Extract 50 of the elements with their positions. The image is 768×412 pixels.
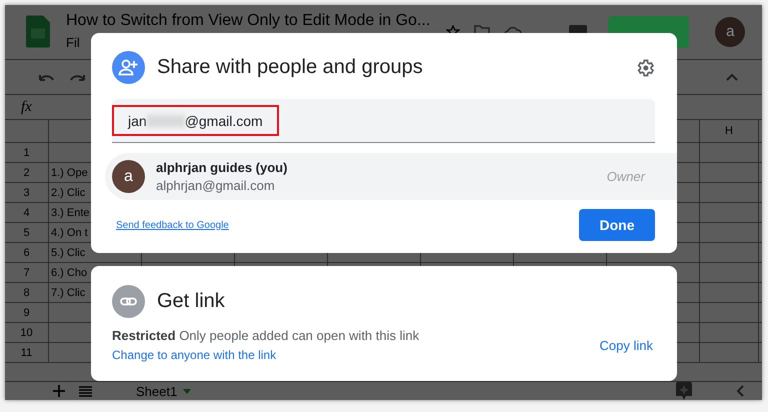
column-header[interactable]: H bbox=[700, 120, 759, 142]
card-title: Get link bbox=[157, 290, 225, 313]
feedback-link[interactable]: Send feedback to Google bbox=[116, 220, 229, 230]
cell-text: 5.) Clic bbox=[50, 246, 86, 259]
formula-label: fx bbox=[21, 98, 32, 116]
row-number: 1 bbox=[5, 143, 49, 162]
collapse-icon[interactable] bbox=[726, 72, 738, 81]
done-button[interactable]: Done bbox=[579, 209, 655, 241]
document-title: How to Switch from View Only to Edit Mode in Go... bbox=[66, 12, 430, 30]
cell-text: 6.) Cho bbox=[50, 266, 88, 279]
menu-item[interactable]: Fil bbox=[66, 34, 80, 50]
email-text-start: jan bbox=[128, 112, 147, 128]
row-number: 4 bbox=[5, 203, 49, 222]
cell-text: 3.) Ente bbox=[50, 206, 90, 219]
role-label: Owner bbox=[606, 169, 645, 184]
row-number: 3 bbox=[5, 183, 49, 202]
copy-link-button[interactable]: Copy link bbox=[598, 334, 655, 356]
row-number: 2 bbox=[5, 163, 49, 182]
email-text-end: @gmail.com bbox=[184, 112, 263, 128]
explore-icon[interactable] bbox=[676, 382, 692, 400]
cell-text: 1.) Ope bbox=[50, 166, 88, 179]
person-avatar: a bbox=[112, 160, 145, 193]
access-description: Restricted Only people added can open with this link bbox=[112, 328, 420, 343]
add-person-icon bbox=[112, 51, 145, 84]
cell-text: 7.) Clic bbox=[50, 286, 86, 299]
link-icon bbox=[112, 285, 145, 318]
person-email: alphrjan@gmail.com bbox=[156, 178, 276, 193]
change-access-link[interactable]: Change to anyone with the link bbox=[112, 348, 420, 362]
row-number: 8 bbox=[5, 283, 49, 302]
cell-text: 2.) Clic bbox=[50, 186, 86, 199]
settings-icon[interactable] bbox=[635, 58, 655, 78]
account-avatar[interactable]: a bbox=[715, 16, 746, 47]
chevron-left-icon[interactable] bbox=[736, 385, 744, 397]
row-number: 6 bbox=[5, 243, 49, 262]
spreadsheet-logo-icon[interactable] bbox=[26, 15, 50, 48]
email-input-field[interactable]: jan @gmail.com bbox=[112, 99, 655, 143]
row-number: 10 bbox=[5, 323, 49, 342]
cell-text: 4.) On t bbox=[50, 226, 88, 239]
blurred-text bbox=[146, 114, 185, 126]
sheet-tab[interactable]: Sheet1 bbox=[116, 383, 212, 399]
person-name: alphrjan guides (you) bbox=[156, 160, 288, 175]
row-number: 5 bbox=[5, 223, 49, 242]
row-number: 9 bbox=[5, 303, 49, 322]
dropdown-icon bbox=[183, 388, 192, 394]
row-number: 11 bbox=[5, 343, 49, 362]
menu-icon[interactable] bbox=[79, 386, 92, 396]
dialog-title: Share with people and groups bbox=[157, 56, 423, 79]
add-icon[interactable] bbox=[53, 385, 65, 397]
row-number: 7 bbox=[5, 263, 49, 282]
person-row[interactable]: a alphrjan guides (you) alphrjan@gmail.com Owner bbox=[105, 153, 677, 200]
